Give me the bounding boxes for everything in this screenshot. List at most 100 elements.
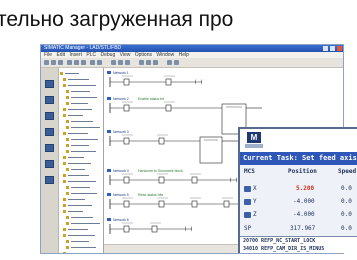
tree-item[interactable] bbox=[59, 167, 103, 172]
column-header-speed: Speed bbox=[338, 168, 357, 175]
contact-nc-icon[interactable] bbox=[118, 60, 123, 65]
nav-system-block-icon[interactable] bbox=[45, 144, 54, 152]
folder-icon bbox=[63, 228, 66, 231]
box-icon[interactable] bbox=[139, 60, 144, 65]
tree-item-label bbox=[68, 157, 84, 158]
navigation-bar bbox=[41, 68, 59, 253]
plc-title-bar: SIMATIC Manager - LAD/STL/FBD bbox=[41, 45, 343, 52]
nav-data-block-icon[interactable] bbox=[45, 128, 54, 136]
axis-x-speed: 0.0 bbox=[341, 185, 352, 192]
contact-no-icon[interactable] bbox=[111, 60, 116, 65]
axis-y-speed: 0.0 bbox=[341, 198, 352, 205]
tree-item[interactable] bbox=[59, 251, 103, 253]
new-icon[interactable] bbox=[44, 60, 49, 65]
axis-sp-label: SP bbox=[244, 225, 252, 232]
tree-item[interactable] bbox=[59, 173, 103, 178]
tree-item[interactable] bbox=[59, 209, 103, 214]
download-icon[interactable] bbox=[90, 60, 95, 65]
tree-item-label bbox=[68, 85, 96, 86]
tree-item-label bbox=[71, 247, 96, 248]
nav-program-blocks-icon[interactable] bbox=[45, 80, 54, 88]
folder-icon bbox=[66, 126, 69, 129]
folder-icon bbox=[63, 180, 66, 183]
branch-open-icon[interactable] bbox=[146, 60, 151, 65]
axis-sp-speed: 0.0 bbox=[341, 225, 352, 232]
network-label: Network 5 bbox=[113, 193, 129, 197]
tree-item-label bbox=[71, 169, 85, 170]
nav-communications-icon[interactable] bbox=[45, 176, 54, 184]
tree-item[interactable] bbox=[59, 233, 103, 238]
contact-symbol bbox=[191, 176, 198, 184]
tree-item[interactable] bbox=[59, 155, 103, 160]
axis-z-icon bbox=[244, 212, 251, 218]
folder-icon bbox=[63, 198, 66, 201]
open-icon[interactable] bbox=[51, 60, 56, 65]
minimize-button[interactable] bbox=[323, 46, 328, 51]
tree-item[interactable] bbox=[59, 71, 103, 76]
copy-icon[interactable] bbox=[74, 60, 79, 65]
alarm-line-2: 34010 REFP_CAM_DIR_IS_MINUS bbox=[243, 246, 325, 252]
coil-icon[interactable] bbox=[125, 60, 130, 65]
tree-item[interactable] bbox=[59, 227, 103, 232]
tree-item[interactable] bbox=[59, 179, 103, 184]
close-button[interactable] bbox=[337, 46, 342, 51]
nav-status-chart-icon[interactable] bbox=[45, 112, 54, 120]
folder-icon bbox=[66, 150, 69, 153]
tree-item[interactable] bbox=[59, 95, 103, 100]
zoom-icon[interactable] bbox=[167, 60, 172, 65]
tree-item[interactable] bbox=[59, 203, 103, 208]
monitor-icon[interactable] bbox=[97, 60, 102, 65]
network-comment: Handover to Sinumerik block bbox=[138, 169, 183, 173]
folder-icon bbox=[66, 222, 69, 225]
tree-item-label bbox=[71, 151, 96, 152]
contact-symbol bbox=[151, 225, 158, 233]
maximize-button[interactable] bbox=[330, 46, 335, 51]
contact-symbol bbox=[191, 200, 198, 208]
tree-item[interactable] bbox=[59, 191, 103, 196]
tree-item-label bbox=[68, 235, 95, 236]
tree-item[interactable] bbox=[59, 239, 103, 244]
tree-item[interactable] bbox=[59, 221, 103, 226]
network-label: Network 3 bbox=[113, 130, 129, 134]
paste-icon[interactable] bbox=[81, 60, 86, 65]
tree-item-label bbox=[71, 139, 98, 140]
tree-item[interactable] bbox=[59, 149, 103, 154]
folder-icon bbox=[63, 252, 66, 253]
tree-item[interactable] bbox=[59, 245, 103, 250]
tree-item[interactable] bbox=[59, 77, 103, 82]
contact-symbol bbox=[123, 104, 130, 112]
tree-item-label bbox=[71, 103, 88, 104]
tree-item[interactable] bbox=[59, 119, 103, 124]
tree-item[interactable] bbox=[59, 89, 103, 94]
tree-item-label bbox=[68, 79, 89, 80]
tree-item[interactable] bbox=[59, 101, 103, 106]
tree-item-label bbox=[71, 223, 100, 224]
contact-symbol bbox=[223, 200, 230, 208]
instruction-tree[interactable] bbox=[59, 68, 104, 253]
tree-item[interactable] bbox=[59, 113, 103, 118]
folder-icon bbox=[66, 96, 69, 99]
tree-item[interactable] bbox=[59, 125, 103, 130]
tree-item[interactable] bbox=[59, 215, 103, 220]
tree-item[interactable] bbox=[59, 143, 103, 148]
tree-item[interactable] bbox=[59, 185, 103, 190]
help-icon[interactable] bbox=[174, 60, 179, 65]
tree-item[interactable] bbox=[59, 107, 103, 112]
hmi-header: M Current Task: Set feed axis rel bbox=[240, 129, 357, 165]
axis-z-label: Z bbox=[253, 211, 257, 218]
tree-item[interactable] bbox=[59, 161, 103, 166]
network-comment: Enable status bit bbox=[138, 97, 164, 101]
nav-symbol-table-icon[interactable] bbox=[45, 96, 54, 104]
tree-item[interactable] bbox=[59, 137, 103, 142]
folder-icon bbox=[66, 90, 69, 93]
tree-item[interactable] bbox=[59, 197, 103, 202]
save-icon[interactable] bbox=[58, 60, 63, 65]
tree-item-label bbox=[68, 109, 92, 110]
branch-close-icon[interactable] bbox=[153, 60, 158, 65]
nav-cross-reference-icon[interactable] bbox=[45, 160, 54, 168]
contact-symbol bbox=[123, 137, 130, 145]
folder-icon bbox=[63, 108, 66, 111]
cut-icon[interactable] bbox=[67, 60, 72, 65]
tree-item[interactable] bbox=[59, 83, 103, 88]
tree-item[interactable] bbox=[59, 131, 103, 136]
